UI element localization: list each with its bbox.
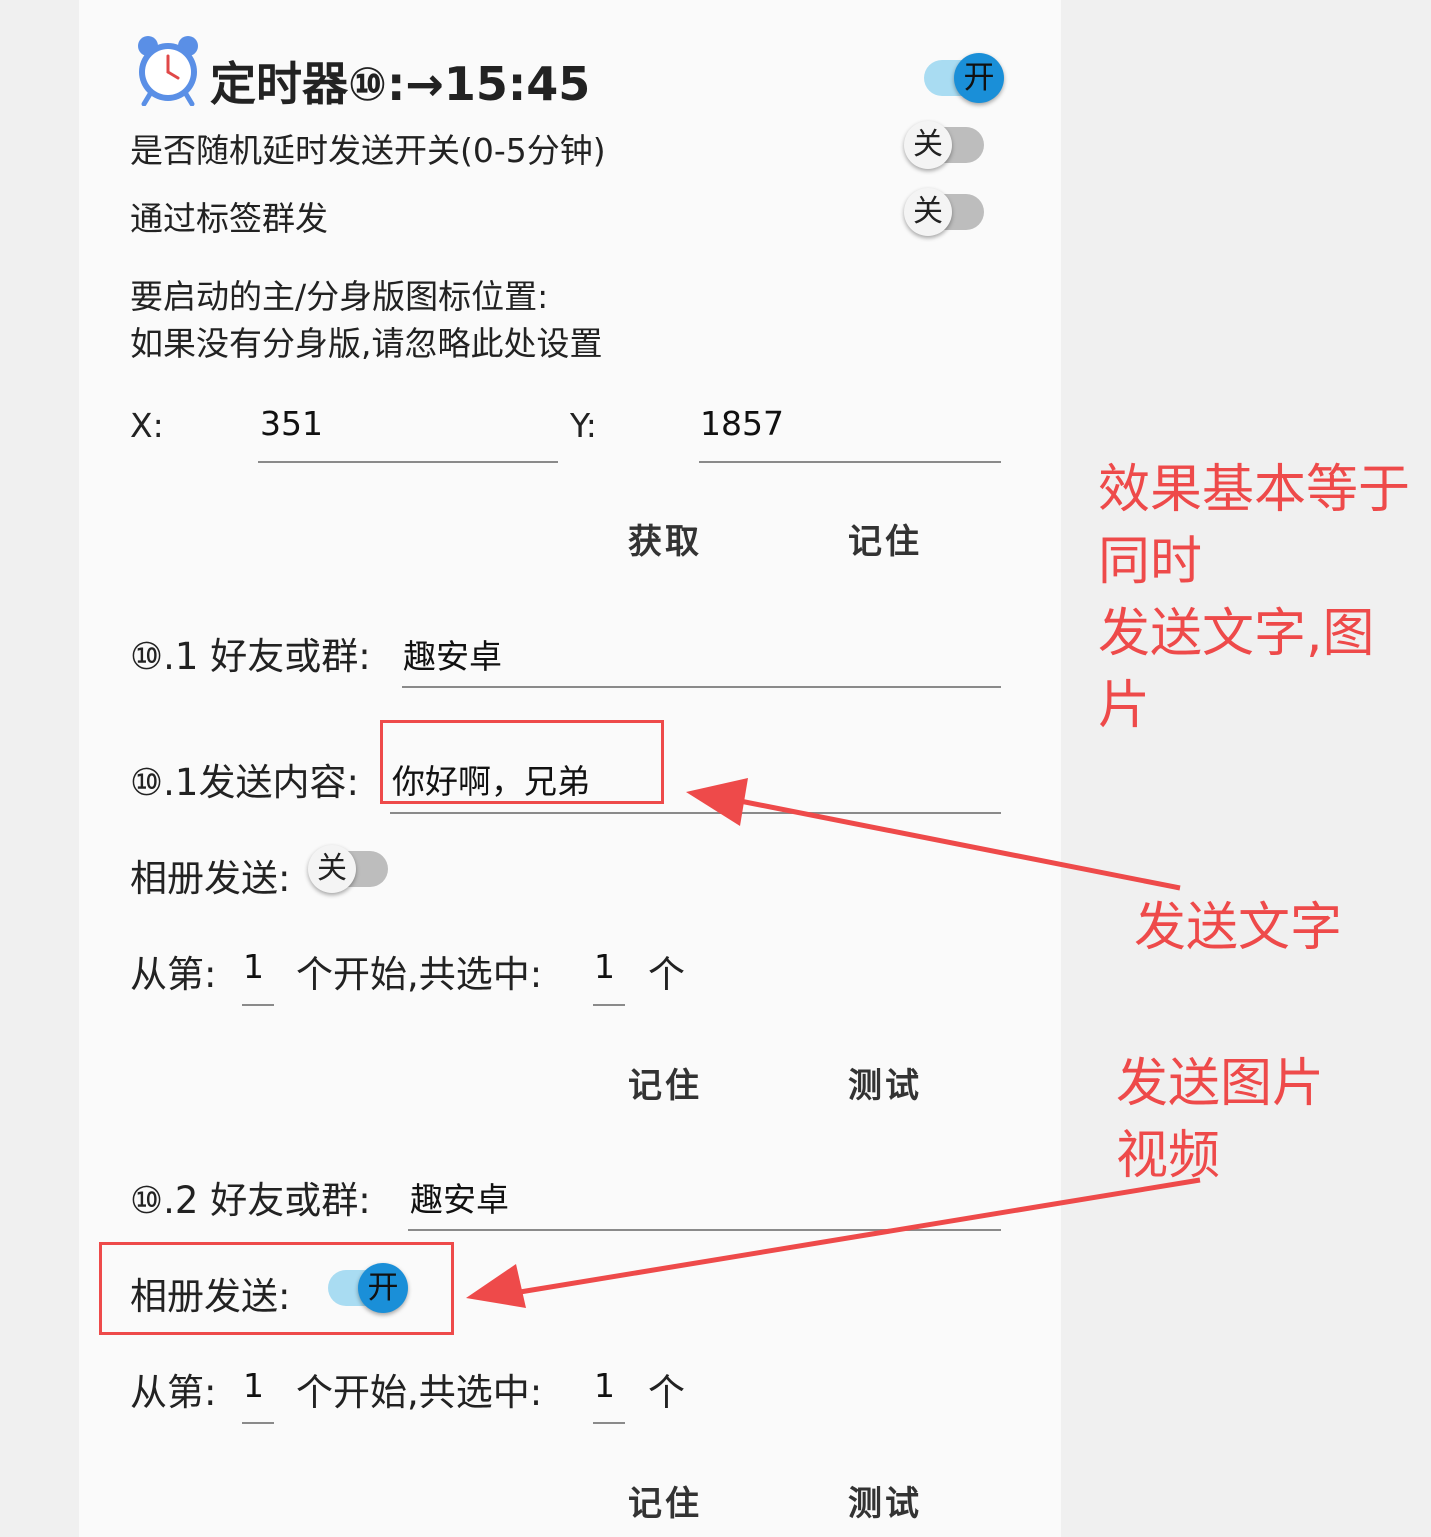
arrow-to-album — [466, 1177, 1201, 1308]
annotation-arrows — [466, 778, 1201, 1308]
arrow-to-text — [686, 778, 1181, 891]
